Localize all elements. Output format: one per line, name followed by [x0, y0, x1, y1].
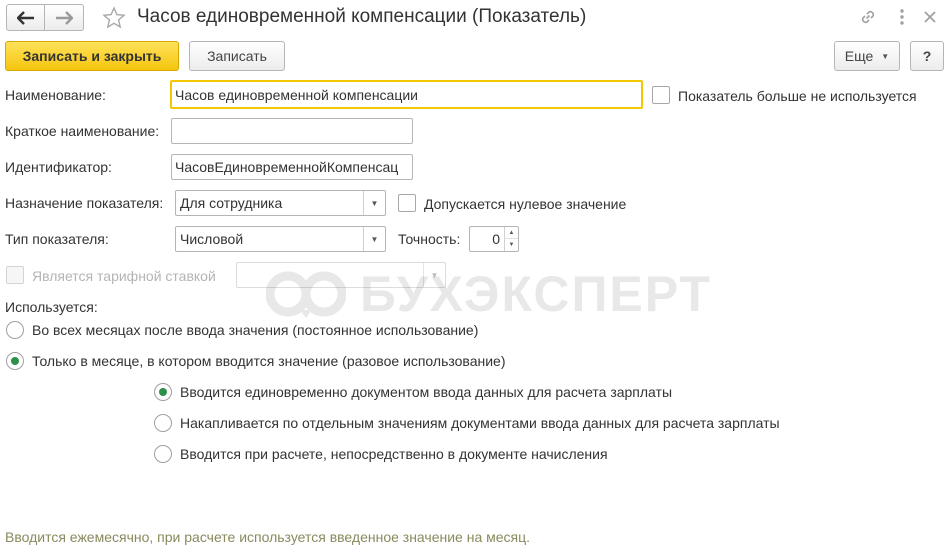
more-dropdown-button[interactable]: Еще ▼	[834, 41, 900, 71]
radio-selected-dot	[159, 388, 167, 396]
identifier-input[interactable]	[171, 154, 413, 180]
kebab-menu-icon	[900, 9, 904, 25]
tariff-checkbox[interactable]	[6, 266, 24, 284]
tariff-label: Является тарифной ставкой	[32, 268, 216, 284]
usage-permanent-label: Во всех месяцах после ввода значения (по…	[32, 322, 479, 338]
save-and-close-button[interactable]: Записать и закрыть	[5, 41, 179, 71]
owl-logo-icon	[266, 271, 346, 318]
usage-once-radio[interactable]	[6, 352, 24, 370]
help-button[interactable]: ?	[910, 41, 944, 71]
input-single-doc-label: Вводится единовременно документом ввода …	[180, 384, 673, 400]
close-button[interactable]	[918, 6, 942, 28]
precision-label: Точность:	[398, 231, 461, 247]
forward-button[interactable]	[45, 4, 84, 31]
purpose-select[interactable]: Для сотрудника ▼	[175, 190, 386, 216]
short-name-input[interactable]	[171, 118, 413, 144]
type-label: Тип показателя:	[5, 231, 109, 247]
usage-once-label: Только в месяце, в котором вводится знач…	[32, 353, 506, 369]
type-value: Числовой	[180, 231, 244, 247]
close-icon	[924, 11, 936, 23]
arrow-right-icon	[56, 10, 73, 25]
usage-permanent-radio[interactable]	[6, 321, 24, 339]
input-accumulate-label: Накапливается по отдельным значениям док…	[180, 415, 780, 431]
back-button[interactable]	[6, 4, 45, 31]
zero-allowed-label: Допускается нулевое значение	[424, 196, 627, 212]
spin-down-icon[interactable]: ▼	[504, 239, 518, 251]
identifier-label: Идентификатор:	[5, 159, 112, 175]
name-label: Наименование:	[5, 87, 106, 103]
caret-down-icon: ▼	[881, 51, 890, 61]
purpose-value: Для сотрудника	[180, 195, 283, 211]
purpose-label: Назначение показателя:	[5, 195, 164, 211]
window-title: Часов единовременной компенсации (Показа…	[137, 6, 587, 27]
not-used-checkbox[interactable]	[652, 86, 670, 104]
link-icon	[861, 10, 875, 24]
not-used-label: Показатель больше не используется	[678, 88, 917, 104]
name-input[interactable]	[170, 80, 643, 109]
input-single-doc-radio[interactable]	[154, 383, 172, 401]
save-button[interactable]: Записать	[189, 41, 285, 71]
link-button[interactable]	[856, 6, 880, 28]
watermark-text: БУХЭКСПЕРТ	[360, 266, 712, 322]
usage-label: Используется:	[5, 299, 98, 315]
more-actions-button[interactable]	[890, 6, 914, 28]
spin-up-icon[interactable]: ▲	[504, 227, 518, 239]
input-on-calc-label: Вводится при расчете, непосредственно в …	[180, 446, 608, 462]
arrow-left-icon	[16, 10, 34, 25]
watermark: БУХЭКСПЕРТ	[266, 262, 736, 326]
input-accumulate-radio[interactable]	[154, 414, 172, 432]
type-select[interactable]: Числовой ▼	[175, 226, 386, 252]
more-label: Еще	[844, 48, 874, 64]
zero-allowed-checkbox[interactable]	[398, 194, 416, 212]
input-on-calc-radio[interactable]	[154, 445, 172, 463]
radio-selected-dot	[11, 357, 19, 365]
dropdown-arrow-icon[interactable]: ▼	[363, 191, 385, 215]
footer-hint: Вводится ежемесячно, при расчете использ…	[5, 529, 531, 545]
star-icon	[102, 6, 126, 29]
precision-value[interactable]: 0	[470, 227, 504, 251]
precision-stepper[interactable]: 0 ▲ ▼	[469, 226, 519, 252]
short-name-label: Краткое наименование:	[5, 123, 160, 139]
favorite-star-button[interactable]	[100, 4, 128, 32]
dropdown-arrow-icon[interactable]: ▼	[363, 227, 385, 251]
